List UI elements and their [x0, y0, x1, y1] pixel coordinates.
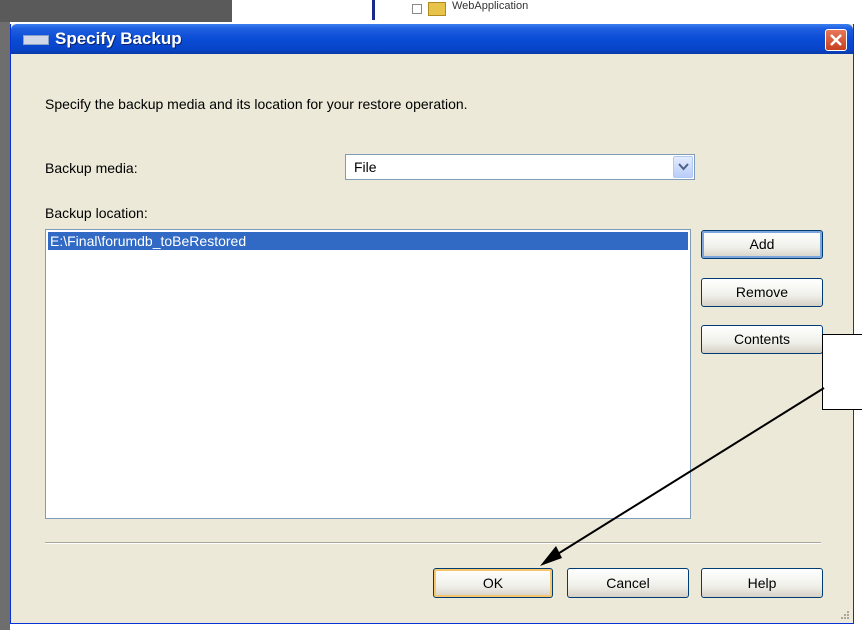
- add-button[interactable]: Add: [701, 230, 823, 259]
- contents-button-label: Contents: [733, 331, 791, 347]
- backup-media-select[interactable]: File: [345, 154, 695, 180]
- background-window-header: [0, 0, 232, 22]
- folder-icon: [428, 2, 446, 16]
- backup-media-label: Backup media:: [45, 160, 138, 176]
- ok-button[interactable]: OK: [433, 568, 553, 598]
- dropdown-arrow-icon: [678, 163, 689, 171]
- window-icon: [23, 35, 49, 45]
- separator: [45, 542, 821, 544]
- cancel-button-label: Cancel: [606, 575, 650, 591]
- list-item[interactable]: E:\Final\forumdb_toBeRestored: [48, 232, 688, 250]
- backup-location-list[interactable]: E:\Final\forumdb_toBeRestored: [45, 229, 691, 519]
- contents-button[interactable]: Contents: [701, 325, 823, 354]
- ok-button-label: OK: [482, 575, 504, 591]
- help-button[interactable]: Help: [701, 568, 823, 598]
- backup-media-value: File: [354, 159, 377, 175]
- instruction-text: Specify the backup media and its locatio…: [45, 96, 468, 112]
- cancel-button[interactable]: Cancel: [567, 568, 689, 598]
- background-tree-line: [372, 0, 375, 20]
- help-button-label: Help: [747, 575, 777, 591]
- add-button-label: Add: [749, 236, 775, 252]
- dialog-title: Specify Backup: [55, 29, 182, 48]
- remove-button-label: Remove: [735, 284, 789, 300]
- title-bar[interactable]: Specify Backup: [11, 24, 853, 54]
- resize-grip-icon[interactable]: [839, 609, 851, 621]
- close-button[interactable]: [825, 29, 847, 51]
- tree-item-label[interactable]: WebApplication: [452, 0, 528, 12]
- dropdown-button[interactable]: [673, 156, 693, 178]
- specify-backup-dialog: Specify Backup Specify the backup media …: [10, 24, 854, 624]
- tree-expand-icon[interactable]: [412, 4, 422, 14]
- remove-button[interactable]: Remove: [701, 278, 823, 307]
- close-icon: [830, 34, 842, 46]
- background-window-edge: [0, 0, 10, 630]
- annotation-callout-box: [822, 334, 862, 410]
- backup-location-label: Backup location:: [45, 205, 148, 221]
